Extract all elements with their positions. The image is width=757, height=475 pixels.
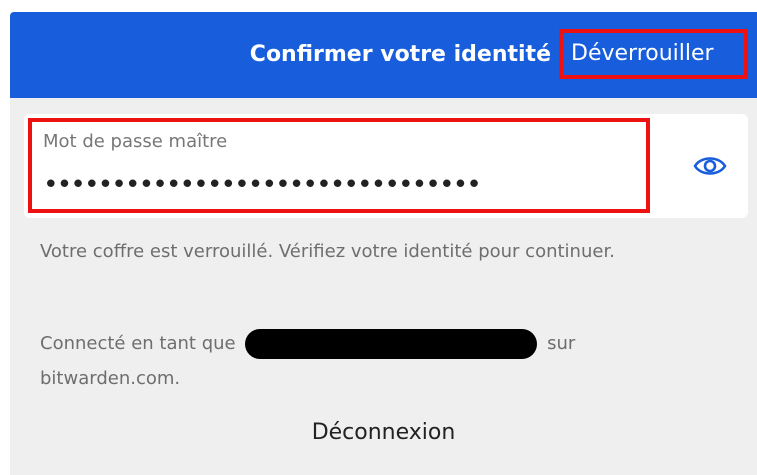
redacted-email (245, 329, 538, 359)
eye-icon (692, 150, 728, 182)
unlock-button[interactable]: Déverrouiller (559, 29, 748, 79)
header-bar: Confirmer votre identité Déverrouiller (10, 12, 757, 98)
unlock-panel: Confirmer votre identité Déverrouiller M… (10, 12, 757, 475)
password-field-box: Mot de passe maître (24, 114, 748, 218)
logged-in-prefix: Connecté en tant que (40, 333, 236, 354)
page-title: Confirmer votre identité (249, 42, 551, 67)
logged-in-as-message: Connecté en tant que sur bitwarden.com. (40, 326, 700, 396)
password-field-container[interactable]: Mot de passe maître (28, 118, 650, 213)
logout-button[interactable]: Déconnexion (10, 415, 757, 451)
toggle-password-visibility-button[interactable] (692, 150, 728, 182)
password-field-label: Mot de passe maître (43, 131, 228, 152)
vault-locked-message: Votre coffre est verrouillé. Vérifiez vo… (40, 241, 615, 262)
master-password-input[interactable] (43, 168, 633, 202)
